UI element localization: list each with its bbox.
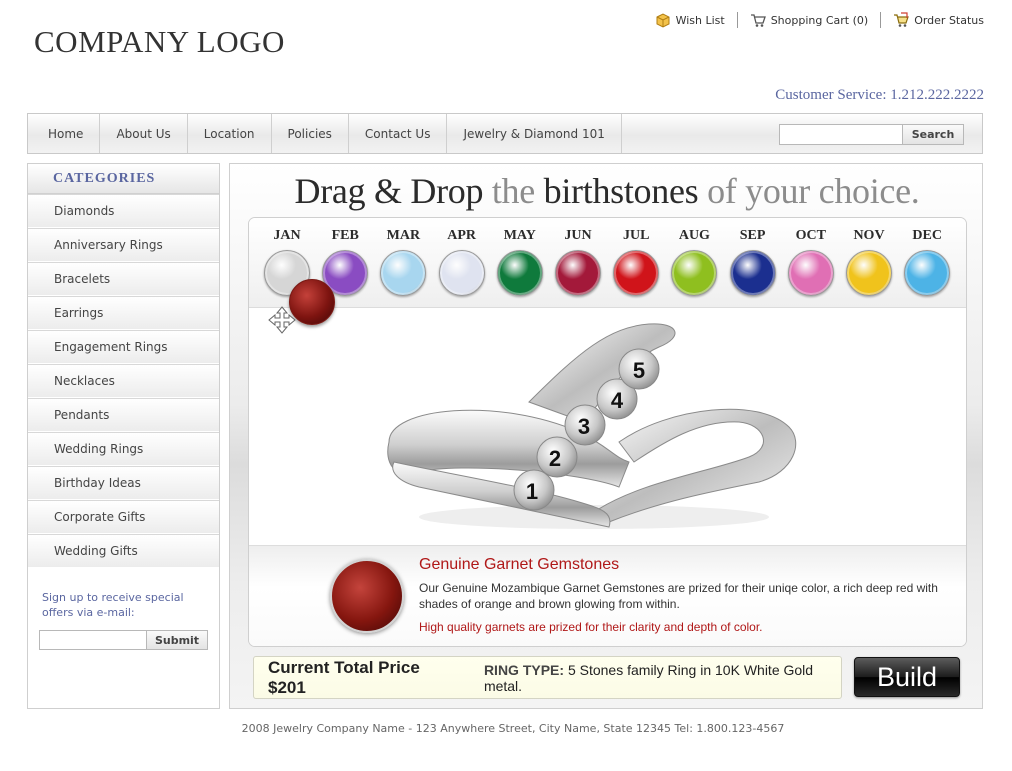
month-label: JUL (622, 228, 650, 243)
gemstone-info: Genuine Garnet Gemstones Our Genuine Moz… (249, 545, 966, 646)
slot-number: 3 (578, 414, 590, 439)
category-list: Diamonds Anniversary Rings Bracelets Ear… (28, 194, 219, 568)
sidebar: CATEGORIES Diamonds Anniversary Rings Br… (27, 163, 220, 709)
month-mar: MAR (375, 228, 431, 296)
birthstone-panel: JAN FEB MAR APR MAY JUN JUL AUG SEP OCT NOV DEC (248, 217, 967, 647)
birthstone-nov[interactable] (846, 250, 892, 296)
categories-title: CATEGORIES (28, 164, 219, 194)
headline-part: the (491, 171, 535, 211)
garnet-gem-image (330, 559, 404, 633)
month-nov: NOV (841, 228, 897, 296)
search-form: Search (779, 124, 964, 145)
month-oct: OCT (783, 228, 839, 296)
month-label: MAR (386, 228, 421, 243)
slot-number: 2 (549, 446, 561, 471)
month-label: OCT (795, 228, 826, 243)
birthstone-jul[interactable] (613, 250, 660, 296)
nav-contact-us[interactable]: Contact Us (349, 114, 448, 153)
search-input[interactable] (779, 124, 903, 145)
month-jun: JUN (550, 228, 606, 296)
ring-preview: 1 2 3 4 5 (249, 308, 966, 545)
ring-type: RING TYPE: 5 Stones family Ring in 10K W… (484, 662, 841, 694)
total-price: Current Total Price $201 (268, 657, 420, 697)
ring-builder: Drag & Drop the birthstones of your choi… (229, 163, 983, 709)
newsletter-form: Submit (39, 630, 219, 650)
slot-number: 5 (633, 358, 645, 383)
ring-image: 1 2 3 4 5 (387, 323, 797, 529)
birthstone-sep[interactable] (729, 250, 776, 296)
order-status-icon (894, 12, 910, 27)
shopping-cart-link[interactable]: Shopping Cart (0) (738, 12, 881, 28)
builder-headline: Drag & Drop the birthstones of your choi… (230, 170, 984, 212)
headline-part: birthstones (543, 171, 699, 211)
birthstone-aug[interactable] (671, 250, 718, 296)
birthstone-picker: JAN FEB MAR APR MAY JUN JUL AUG SEP OCT NOV DEC (249, 218, 966, 308)
newsletter-signup-text: Sign up to receive special offers via e-… (42, 591, 184, 619)
move-cursor-icon (268, 306, 296, 334)
gemstone-note: High quality garnets are prized for thei… (419, 620, 763, 634)
month-label: APR (447, 228, 476, 243)
shopping-cart-label: Shopping Cart (0) (770, 13, 869, 27)
month-label: NOV (853, 228, 885, 243)
birthstone-mar[interactable] (380, 250, 427, 296)
month-jul: JUL (608, 228, 664, 296)
category-corporate-gifts[interactable]: Corporate Gifts (28, 500, 219, 534)
slot-number: 1 (526, 479, 538, 504)
nav-home[interactable]: Home (28, 114, 101, 153)
email-field[interactable] (39, 630, 147, 650)
month-label: AUG (678, 228, 710, 243)
month-label: JAN (273, 228, 301, 243)
search-button[interactable]: Search (903, 124, 964, 145)
month-may: MAY (492, 228, 548, 296)
customer-service-phone: Customer Service: 1.212.222.2222 (775, 87, 984, 103)
birthstone-jun[interactable] (555, 250, 601, 296)
box-icon (656, 13, 670, 28)
headline-part: of your choice. (707, 171, 920, 211)
category-anniversary-rings[interactable]: Anniversary Rings (28, 228, 219, 262)
cart-icon (750, 14, 766, 27)
birthstone-oct[interactable] (787, 250, 834, 296)
slot-number: 4 (611, 388, 624, 413)
gemstone-title: Genuine Garnet Gemstones (419, 556, 620, 573)
month-label: DEC (912, 228, 942, 243)
footer-address: 2008 Jewelry Company Name - 123 Anywhere… (241, 722, 785, 735)
month-dec: DEC (899, 228, 955, 296)
main-nav: Home About Us Location Policies Contact … (27, 113, 983, 154)
ring-type-label: RING TYPE: (483, 661, 565, 678)
month-label: SEP (739, 228, 766, 243)
month-label: FEB (331, 228, 359, 243)
gemstone-description: Our Genuine Mozambique Garnet Gemstones … (419, 581, 938, 611)
birthstone-apr[interactable] (438, 250, 485, 296)
category-birthday-ideas[interactable]: Birthday Ideas (28, 466, 219, 500)
wish-list-link[interactable]: Wish List (643, 12, 737, 28)
month-label: JUN (564, 228, 592, 243)
nav-jewelry-101[interactable]: Jewelry & Diamond 101 (447, 114, 622, 153)
company-logo[interactable]: COMPANY LOGO (34, 24, 285, 60)
nav-location[interactable]: Location (188, 114, 272, 153)
submit-button[interactable]: Submit (147, 630, 208, 650)
category-diamonds[interactable]: Diamonds (28, 194, 219, 228)
month-apr: APR (434, 228, 490, 296)
order-status-label: Order Status (914, 13, 984, 27)
build-button[interactable]: Build (854, 657, 960, 697)
headline-part: Drag & Drop (294, 171, 484, 211)
top-links: Wish List Shopping Cart (0) Order Status (643, 12, 984, 28)
nav-about-us[interactable]: About Us (100, 114, 188, 153)
category-wedding-gifts[interactable]: Wedding Gifts (28, 534, 219, 568)
birthstone-may[interactable] (496, 250, 543, 296)
nav-policies[interactable]: Policies (272, 114, 349, 153)
price-summary: Current Total Price $201 RING TYPE: 5 St… (253, 656, 842, 699)
category-necklaces[interactable]: Necklaces (28, 364, 219, 398)
birthstone-dec[interactable] (904, 250, 951, 296)
category-bracelets[interactable]: Bracelets (28, 262, 219, 296)
category-wedding-rings[interactable]: Wedding Rings (28, 432, 219, 466)
category-engagement-rings[interactable]: Engagement Rings (28, 330, 219, 364)
category-pendants[interactable]: Pendants (28, 398, 219, 432)
order-status-link[interactable]: Order Status (881, 12, 984, 28)
month-sep: SEP (725, 228, 781, 296)
category-earrings[interactable]: Earrings (28, 296, 219, 330)
month-label: MAY (503, 228, 536, 243)
month-aug: AUG (666, 228, 722, 296)
wish-list-label: Wish List (675, 13, 725, 27)
